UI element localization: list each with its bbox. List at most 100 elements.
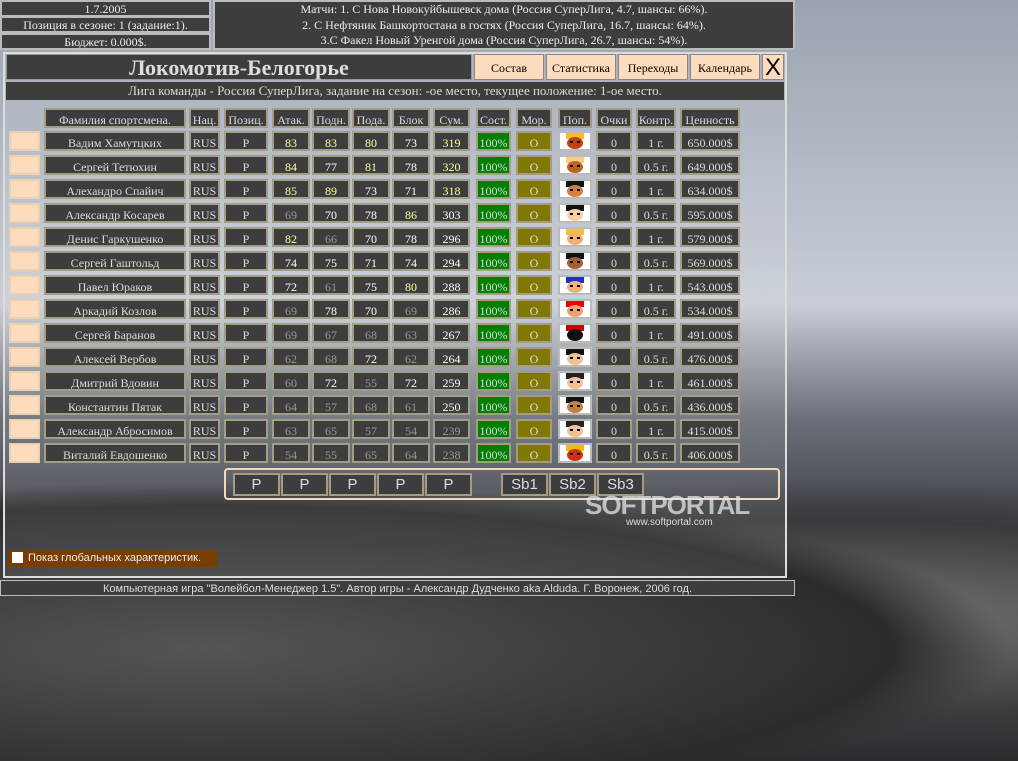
checkbox[interactable] bbox=[12, 552, 23, 563]
cell-name[interactable]: Алексей Вербов bbox=[44, 347, 186, 367]
player-select-button[interactable] bbox=[9, 419, 40, 439]
cell-contract: 0.5 г. bbox=[636, 203, 676, 223]
cell-contract: 0.5 г. bbox=[636, 443, 676, 463]
tab-roster[interactable]: Состав bbox=[474, 54, 544, 80]
lineup-slot-starter[interactable]: P bbox=[377, 473, 424, 496]
cell-value: 569.000$ bbox=[680, 251, 740, 271]
cell-sum: 318 bbox=[433, 179, 470, 199]
cell-name[interactable]: Сергей Гаштольд bbox=[44, 251, 186, 271]
cell-points: 0 bbox=[596, 275, 632, 295]
date: 1.7.2005 bbox=[0, 0, 211, 17]
cell-points: 0 bbox=[596, 347, 632, 367]
player-select-button[interactable] bbox=[9, 347, 40, 367]
cell-name[interactable]: Дмитрий Вдовин bbox=[44, 371, 186, 391]
avatar bbox=[558, 299, 592, 319]
header-block[interactable]: Блок bbox=[392, 108, 430, 128]
player-select-button[interactable] bbox=[9, 395, 40, 415]
cell-set: 89 bbox=[312, 179, 350, 199]
cell-contract: 1 г. bbox=[636, 131, 676, 151]
lineup-slot-sub[interactable]: Sb1 bbox=[501, 473, 548, 496]
cell-contract: 1 г. bbox=[636, 323, 676, 343]
cell-morale: О bbox=[516, 419, 552, 439]
cell-name[interactable]: Сергей Баранов bbox=[44, 323, 186, 343]
cell-name[interactable]: Денис Гаркушенко bbox=[44, 227, 186, 247]
cell-name[interactable]: Аркадий Козлов bbox=[44, 299, 186, 319]
lineup-slot-starter[interactable]: P bbox=[425, 473, 472, 496]
cell-serve: 75 bbox=[352, 275, 390, 295]
header-value[interactable]: Ценность bbox=[680, 108, 740, 128]
avatar bbox=[558, 131, 592, 151]
player-select-button[interactable] bbox=[9, 179, 40, 199]
cell-set: 83 bbox=[312, 131, 350, 151]
player-select-button[interactable] bbox=[9, 251, 40, 271]
cell-position: Р bbox=[224, 347, 268, 367]
cell-set: 77 bbox=[312, 155, 350, 175]
player-select-button[interactable] bbox=[9, 131, 40, 151]
cell-condition: 100% bbox=[476, 347, 511, 367]
lineup-slot-starter[interactable]: P bbox=[329, 473, 376, 496]
header-name[interactable]: Фамилия спортсмена. bbox=[44, 108, 186, 128]
header-popularity[interactable]: Поп. bbox=[558, 108, 592, 128]
player-select-button[interactable] bbox=[9, 443, 40, 463]
header-morale[interactable]: Мор. bbox=[516, 108, 552, 128]
tab-calendar[interactable]: Календарь bbox=[690, 54, 760, 80]
header-points[interactable]: Очки bbox=[596, 108, 632, 128]
global-stats-toggle[interactable]: Показ глобальных характеристик. bbox=[8, 550, 217, 567]
header-attack[interactable]: Атак. bbox=[272, 108, 310, 128]
player-select-button[interactable] bbox=[9, 371, 40, 391]
player-face-icon bbox=[566, 253, 584, 269]
cell-morale: О bbox=[516, 251, 552, 271]
cell-serve: 70 bbox=[352, 299, 390, 319]
player-select-button[interactable] bbox=[9, 155, 40, 175]
cell-name[interactable]: Константин Пятак bbox=[44, 395, 186, 415]
header-nat[interactable]: Нац. bbox=[189, 108, 220, 128]
close-button[interactable]: X bbox=[762, 54, 784, 81]
league-info: Лига команды - Россия СуперЛига, задание… bbox=[6, 82, 784, 100]
player-select-button[interactable] bbox=[9, 203, 40, 223]
tab-statistics[interactable]: Статистика bbox=[546, 54, 616, 80]
cell-serve: 68 bbox=[352, 395, 390, 415]
tab-transfers[interactable]: Переходы bbox=[618, 54, 688, 80]
cell-morale: О bbox=[516, 371, 552, 391]
cell-condition: 100% bbox=[476, 395, 511, 415]
cell-sum: 319 bbox=[433, 131, 470, 151]
cell-contract: 0.5 г. bbox=[636, 299, 676, 319]
player-select-button[interactable] bbox=[9, 275, 40, 295]
cell-name[interactable]: Алехандро Спайич bbox=[44, 179, 186, 199]
cell-name[interactable]: Павел Юраков bbox=[44, 275, 186, 295]
cell-name[interactable]: Сергей Тетюхин bbox=[44, 155, 186, 175]
header-position[interactable]: Позиц. bbox=[224, 108, 268, 128]
cell-morale: О bbox=[516, 203, 552, 223]
header-serve[interactable]: Пода. bbox=[352, 108, 390, 128]
cell-position: Р bbox=[224, 131, 268, 151]
cell-nat: RUS bbox=[189, 323, 220, 343]
cell-attack: 74 bbox=[272, 251, 310, 271]
header-contract[interactable]: Контр. bbox=[636, 108, 676, 128]
header-condition[interactable]: Сост. bbox=[476, 108, 511, 128]
player-select-button[interactable] bbox=[9, 227, 40, 247]
cell-name[interactable]: Александр Косарев bbox=[44, 203, 186, 223]
team-name: Локомотив-Белогорье bbox=[6, 54, 472, 80]
header-set[interactable]: Подн. bbox=[312, 108, 350, 128]
cell-set: 68 bbox=[312, 347, 350, 367]
cell-value: 634.000$ bbox=[680, 179, 740, 199]
cell-block: 78 bbox=[392, 227, 430, 247]
cell-name[interactable]: Александр Абросимов bbox=[44, 419, 186, 439]
budget: Бюджет: 0.000$. bbox=[0, 33, 211, 50]
lineup-slot-starter[interactable]: P bbox=[281, 473, 328, 496]
lineup-slot-starter[interactable]: P bbox=[233, 473, 280, 496]
player-select-button[interactable] bbox=[9, 323, 40, 343]
cell-points: 0 bbox=[596, 299, 632, 319]
cell-position: Р bbox=[224, 443, 268, 463]
cell-attack: 63 bbox=[272, 419, 310, 439]
header-sum[interactable]: Сум. bbox=[433, 108, 470, 128]
cell-position: Р bbox=[224, 275, 268, 295]
player-select-button[interactable] bbox=[9, 299, 40, 319]
cell-serve: 70 bbox=[352, 227, 390, 247]
cell-set: 61 bbox=[312, 275, 350, 295]
cell-position: Р bbox=[224, 419, 268, 439]
cell-position: Р bbox=[224, 227, 268, 247]
cell-name[interactable]: Виталий Евдошенко bbox=[44, 443, 186, 463]
cell-name[interactable]: Вадим Хамутцких bbox=[44, 131, 186, 151]
player-face-icon bbox=[566, 445, 584, 461]
